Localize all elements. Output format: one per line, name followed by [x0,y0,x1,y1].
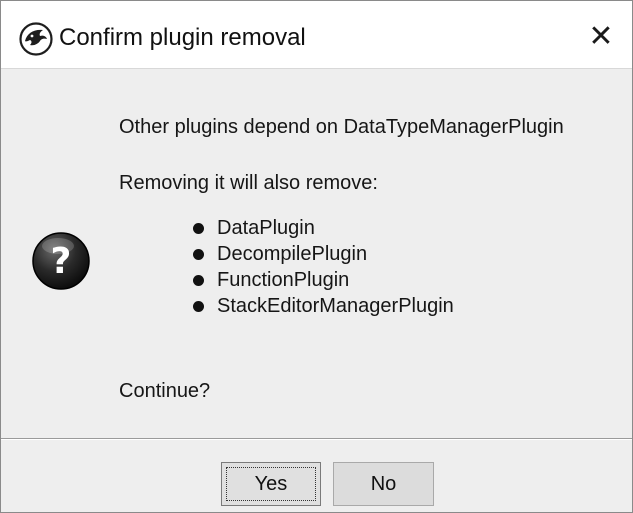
no-button[interactable]: No [333,462,434,506]
app-dragon-icon [19,22,53,56]
svg-text:?: ? [51,241,72,282]
bullet-icon [193,301,204,312]
bullet-icon [193,249,204,260]
list-item: DataPlugin [191,215,454,241]
removal-message: Removing it will also remove: [119,172,378,194]
button-row: Yes No [1,441,632,512]
dialog-title: Confirm plugin removal [59,24,306,51]
question-icon: ? [32,232,90,290]
bullet-icon [193,275,204,286]
dependency-message: Other plugins depend on DataTypeManagerP… [119,116,564,138]
bullet-icon [193,223,204,234]
confirm-dialog: Confirm plugin removal ✕ ? Other plugins… [0,0,633,513]
yes-button-label: Yes [254,473,288,495]
plugin-name: StackEditorManagerPlugin [217,295,454,317]
close-icon: ✕ [588,20,614,53]
plugin-name: DataPlugin [217,217,315,239]
dialog-content: ? Other plugins depend on DataTypeManage… [1,70,632,438]
yes-button[interactable]: Yes [221,462,321,506]
plugin-name: DecompilePlugin [217,243,368,265]
list-item: DecompilePlugin [191,241,454,267]
button-divider [1,438,632,440]
plugin-name: FunctionPlugin [217,269,350,291]
continue-prompt: Continue? [119,380,211,402]
no-button-label: No [370,473,397,495]
list-item: FunctionPlugin [191,267,454,293]
list-item: StackEditorManagerPlugin [191,293,454,319]
plugin-list: DataPlugin DecompilePlugin FunctionPlugi… [191,215,454,319]
close-button[interactable]: ✕ [582,19,620,55]
title-bar[interactable]: Confirm plugin removal ✕ [1,1,632,69]
